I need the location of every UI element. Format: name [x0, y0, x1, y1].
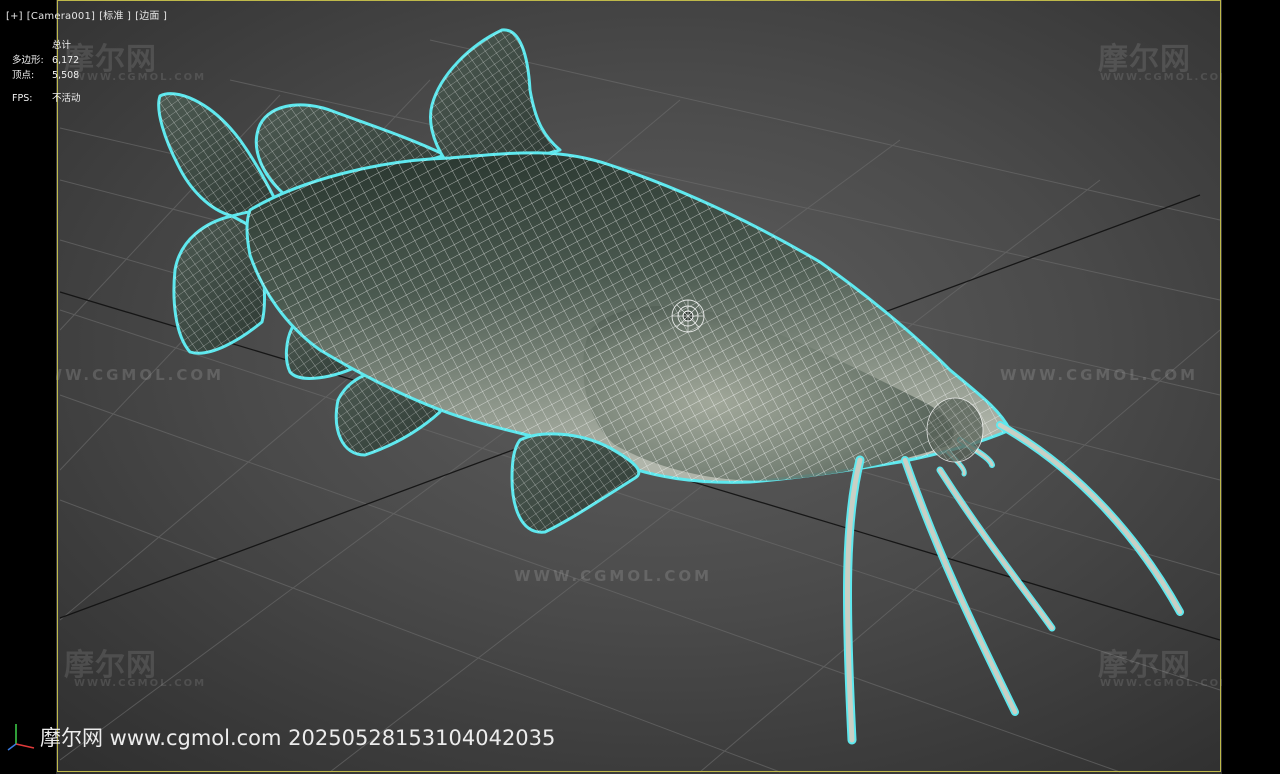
viewport-menu-shading-standard[interactable]: [标准 ]	[99, 11, 131, 22]
3d-viewport[interactable]: 摩尔网 WWW.CGMOL.COM 摩尔网 WWW.CGMOL.COM WWW.…	[0, 0, 1280, 774]
viewport-label-bar: [+] [Camera001] [标准 ] [边面 ]	[6, 7, 171, 22]
viewport-left-margin	[0, 0, 56, 774]
stats-row-polygons: 多边形: 6,172	[12, 53, 81, 68]
stats-label: 顶点:	[12, 70, 35, 81]
stats-row-fps: FPS: 不活动	[12, 91, 81, 106]
stats-row-vertices: 顶点: 5,508	[12, 68, 81, 83]
stats-header: 总计	[52, 40, 72, 51]
stats-value: 5,508	[52, 70, 80, 81]
viewport-menu-plus[interactable]: [+]	[6, 11, 23, 22]
viewport-menu-camera[interactable]: [Camera001]	[27, 11, 95, 22]
fps-value: 不活动	[52, 93, 81, 104]
camera-safe-frame	[57, 0, 1221, 772]
viewport-statistics: 总计 多边形: 6,172 顶点: 5,508 FPS: 不活动	[12, 38, 81, 106]
stats-label: 多边形:	[12, 55, 44, 66]
fps-label: FPS:	[12, 93, 33, 104]
viewport-right-margin	[1222, 0, 1280, 774]
viewport-menu-edged-faces[interactable]: [边面 ]	[135, 11, 167, 22]
footer-watermark-text: 摩尔网 www.cgmol.com 20250528153104042035	[40, 726, 556, 750]
stats-value: 6,172	[52, 55, 80, 66]
axis-gizmo-icon	[7, 724, 35, 751]
